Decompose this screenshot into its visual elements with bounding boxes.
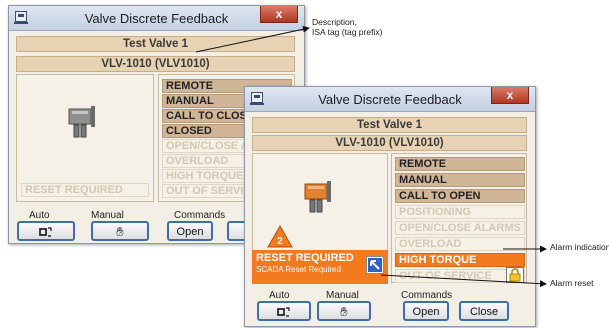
annotation-arrows (195, 25, 547, 288)
alarm-reset-arrow (380, 274, 547, 288)
description-arrow (195, 25, 310, 53)
